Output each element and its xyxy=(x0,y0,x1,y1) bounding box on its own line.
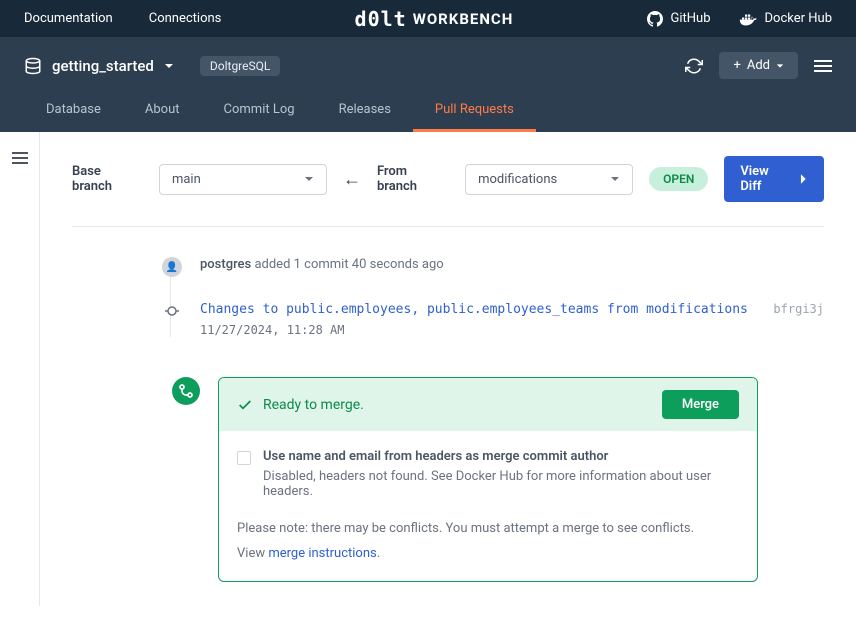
merge-instructions-row: View merge instructions. xyxy=(237,546,739,561)
timeline: 👤 postgres added 1 commit 40 seconds ago… xyxy=(72,257,824,337)
base-branch-select[interactable]: main xyxy=(159,164,327,195)
add-button[interactable]: + Add xyxy=(719,52,798,79)
left-rail xyxy=(0,132,40,606)
author-checkbox-label: Use name and email from headers as merge… xyxy=(263,449,608,465)
rail-menu-button[interactable] xyxy=(12,152,28,606)
refresh-button[interactable] xyxy=(685,57,703,75)
merge-note: Please note: there may be conflicts. You… xyxy=(237,521,739,536)
database-name[interactable]: getting_started xyxy=(52,57,154,75)
tab-about[interactable]: About xyxy=(123,94,202,132)
from-branch-label: From branch xyxy=(377,164,449,194)
commit-date: 11/27/2024, 11:28 AM xyxy=(200,323,824,337)
nav-connections[interactable]: Connections xyxy=(149,11,222,26)
chevron-down-icon xyxy=(776,62,784,70)
pr-status-badge: OPEN xyxy=(649,167,708,191)
merge-instructions-link[interactable]: merge instructions xyxy=(268,546,376,561)
chevron-down-icon xyxy=(610,174,620,184)
avatar: 👤 xyxy=(162,257,182,277)
view-diff-button[interactable]: View Diff xyxy=(724,156,824,202)
tab-pull-requests[interactable]: Pull Requests xyxy=(413,94,536,132)
arrow-left-icon: ← xyxy=(343,169,361,190)
refresh-icon xyxy=(685,57,703,75)
logo: d0lt WORKBENCH xyxy=(355,7,514,31)
tab-database[interactable]: Database xyxy=(24,94,123,132)
db-type-badge: DoltgreSQL xyxy=(200,56,280,76)
merge-icon xyxy=(172,377,200,405)
nav-documentation[interactable]: Documentation xyxy=(24,11,113,26)
database-icon xyxy=(24,57,42,75)
from-branch-select[interactable]: modifications xyxy=(465,164,633,195)
docker-icon xyxy=(739,12,757,26)
dockerhub-link[interactable]: Docker Hub xyxy=(739,11,832,26)
commit-hash[interactable]: bfrgi3j xyxy=(773,302,824,316)
logo-brand: d0lt xyxy=(355,7,407,31)
logo-text: WORKBENCH xyxy=(413,10,514,28)
chevron-right-icon xyxy=(800,173,808,185)
branch-selector-row: Base branch main ← From branch modificat… xyxy=(72,156,824,227)
commit-node-icon xyxy=(165,304,179,318)
check-icon xyxy=(237,397,253,413)
github-link[interactable]: GitHub xyxy=(647,11,711,27)
merge-section: Ready to merge. Merge Use name and email… xyxy=(172,377,824,582)
github-icon xyxy=(647,11,663,27)
base-branch-label: Base branch xyxy=(72,164,143,194)
merge-ready-text: Ready to merge. xyxy=(263,397,364,413)
author-checkbox[interactable] xyxy=(237,451,251,465)
merge-box: Ready to merge. Merge Use name and email… xyxy=(218,377,758,582)
chevron-down-icon xyxy=(304,174,314,184)
plus-icon: + xyxy=(733,58,740,73)
event-action: added 1 commit 40 seconds ago xyxy=(254,257,443,272)
header-bar: getting_started DoltgreSQL + Add xyxy=(0,37,856,94)
commit-title[interactable]: Changes to public.employees, public.empl… xyxy=(200,302,748,317)
merge-button[interactable]: Merge xyxy=(662,390,739,419)
topbar: Documentation Connections d0lt WORKBENCH… xyxy=(0,0,856,37)
commit-event: Changes to public.employees, public.empl… xyxy=(172,302,824,337)
timeline-event: 👤 postgres added 1 commit 40 seconds ago xyxy=(172,257,824,272)
chevron-down-icon[interactable] xyxy=(164,61,174,71)
event-user: postgres xyxy=(200,257,251,272)
menu-button[interactable] xyxy=(814,60,832,72)
tabs: Database About Commit Log Releases Pull … xyxy=(0,94,856,132)
tab-commit-log[interactable]: Commit Log xyxy=(202,94,317,132)
tab-releases[interactable]: Releases xyxy=(317,94,413,132)
author-checkbox-sub: Disabled, headers not found. See Docker … xyxy=(263,469,739,499)
